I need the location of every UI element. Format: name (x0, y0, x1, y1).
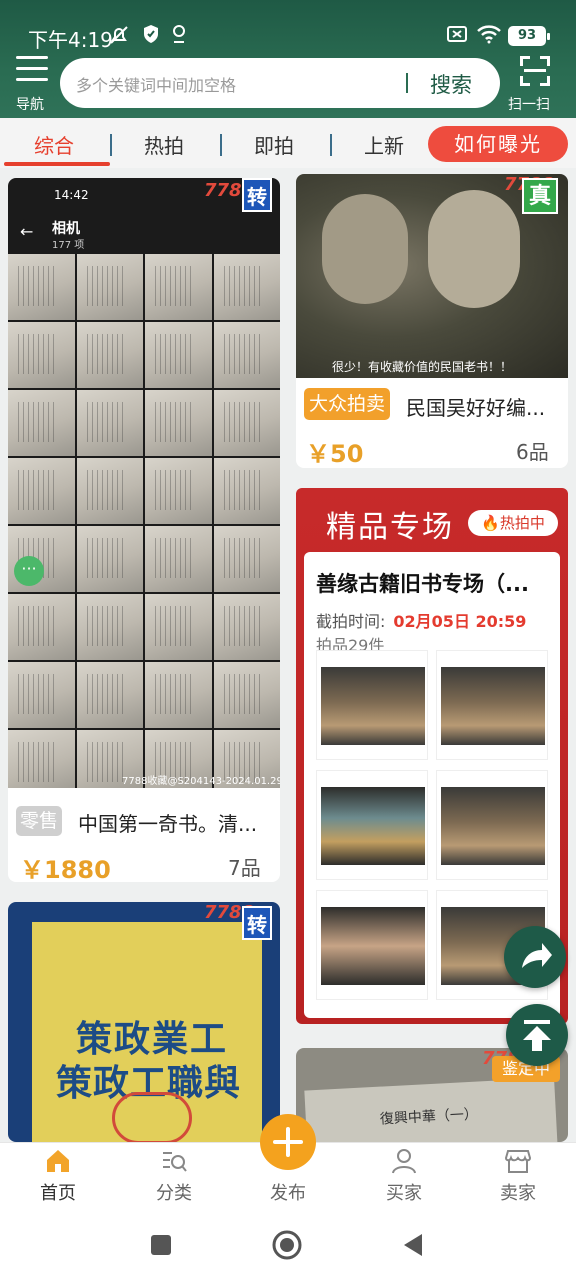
hot-label: 热拍中 (499, 514, 545, 532)
lot-thumbnail[interactable] (316, 770, 428, 880)
share-arrow-icon (522, 943, 552, 968)
nav-category[interactable]: 分类 (134, 1143, 214, 1211)
nav-buyer-label: 买家 (386, 1183, 422, 1204)
back-triangle-icon[interactable] (402, 1232, 424, 1258)
product-price: ￥1880 (20, 856, 111, 882)
portrait-woman (428, 190, 520, 308)
product-price: ￥50 (306, 440, 364, 468)
plus-icon (273, 1127, 303, 1157)
lot-thumbnail[interactable] (316, 890, 428, 1000)
hot-auction-badge: 🔥热拍中 (468, 510, 558, 536)
product-image: 很少！有收藏价值的民国老书！！ 7788 真 (296, 174, 568, 378)
user-icon (392, 1149, 416, 1174)
menu-icon (16, 56, 48, 82)
search-bar[interactable]: 多个关键词中间加空格 搜索 (60, 58, 500, 108)
share-button[interactable] (504, 926, 566, 988)
lot-thumbnail[interactable] (316, 650, 428, 760)
system-nav-bar (0, 1210, 576, 1280)
side-float-handle[interactable]: ··· (14, 556, 44, 586)
nav-home[interactable]: 首页 (18, 1143, 98, 1211)
product-image: 策政業工 策政工職與 7788 转 (8, 902, 280, 1142)
photo-status-time: 14:42 (54, 188, 89, 202)
home-circle-icon[interactable] (272, 1230, 302, 1260)
status-bar: 下午4:19 93 (0, 18, 576, 54)
lot-thumbnail[interactable] (436, 650, 548, 760)
back-arrow-icon: ← (20, 222, 34, 241)
tab-jipai[interactable]: 即拍 (254, 130, 294, 159)
transfer-tag: 转 (242, 906, 272, 940)
category-tabs: 综合 热拍 即拍 上新 如何曝光 (0, 118, 576, 168)
product-grade: 7品 (228, 856, 261, 880)
authentic-tag: 真 (522, 178, 558, 214)
image-caption: 很少！有收藏价值的民国老书！！ (332, 360, 513, 374)
scan-label: 扫一扫 (508, 97, 550, 113)
mute-bell-icon (108, 24, 130, 51)
flame-icon: 🔥 (481, 514, 500, 532)
portrait-man (322, 194, 408, 304)
location-icon (170, 24, 188, 49)
deadline-value: 02月05日 20:59 (393, 612, 527, 631)
nav-label: 导航 (16, 97, 44, 113)
product-title: 中国第一奇书。清... (78, 812, 258, 836)
book-cover: 復興中華（一） (304, 1077, 558, 1142)
how-to-expose-button[interactable]: 如何曝光 (428, 126, 568, 162)
album-title: 相机 (52, 221, 80, 237)
nav-buyer[interactable]: 买家 (364, 1143, 444, 1211)
search-button[interactable]: 搜索 (430, 69, 472, 99)
product-image: 14:42 ← 相机 177 项 7788收藏@S204143-2024.01.… (8, 178, 280, 788)
product-grade: 6品 (516, 440, 549, 464)
status-time: 下午4:19 (28, 28, 113, 52)
top-header: 下午4:19 93 导航 多个关键词中间加空格 搜索 扫一扫 (0, 0, 576, 118)
tab-separator (110, 134, 112, 156)
store-icon (504, 1150, 532, 1173)
transfer-tag: 转 (242, 178, 272, 212)
publish-button[interactable] (260, 1114, 316, 1170)
album-count: 177 项 (52, 240, 85, 251)
retail-badge: 零售 (16, 806, 62, 836)
product-title: 民国吴好好编... (406, 396, 546, 420)
scan-button[interactable]: 扫一扫 (506, 56, 566, 114)
tab-shangxin[interactable]: 上新 (364, 130, 404, 159)
session-title: 善缘古籍旧书专场（... (316, 572, 529, 596)
tab-separator (330, 134, 332, 156)
search-input[interactable]: 多个关键词中间加空格 (76, 72, 236, 96)
sim-off-icon (446, 24, 468, 49)
search-divider (406, 73, 408, 93)
auction-badge: 大众拍卖 (304, 388, 390, 420)
red-seal-stamp (112, 1092, 192, 1142)
nav-seller-label: 卖家 (500, 1183, 536, 1204)
arrow-up-icon (523, 1020, 551, 1051)
tab-repai[interactable]: 热拍 (144, 130, 184, 159)
photo-grid (8, 254, 280, 788)
nav-seller[interactable]: 卖家 (478, 1143, 558, 1211)
lot-thumbnail[interactable] (436, 770, 548, 880)
product-card[interactable]: 很少！有收藏价值的民国老书！！ 7788 真 大众拍卖 民国吴好好编... ￥5… (296, 174, 568, 468)
nav-home-label: 首页 (40, 1183, 76, 1204)
nav-publish-label: 发布 (270, 1183, 306, 1204)
battery-indicator: 93 (508, 26, 550, 46)
session-deadline: 截拍时间: 02月05日 20:59 (316, 608, 526, 632)
tab-zonghe[interactable]: 综合 (34, 130, 74, 159)
nav-category-label: 分类 (156, 1183, 192, 1204)
image-caption: 7788收藏@S204143-2024.01.29 (122, 776, 280, 787)
recent-apps-icon[interactable] (150, 1234, 172, 1256)
product-card[interactable]: 14:42 ← 相机 177 项 7788收藏@S204143-2024.01.… (8, 178, 280, 882)
boutique-heading: 精品专场 (326, 510, 454, 545)
book-cover: 策政業工 策政工職與 (32, 922, 262, 1142)
product-card[interactable]: 策政業工 策政工職與 7788 转 (8, 902, 280, 1142)
active-tab-indicator (4, 162, 110, 166)
tab-separator (220, 134, 222, 156)
home-icon (47, 1150, 69, 1172)
wifi-icon (476, 24, 502, 49)
back-to-top-button[interactable] (506, 1004, 568, 1066)
category-search-icon (163, 1152, 187, 1172)
shield-icon (142, 24, 160, 49)
nav-menu-button[interactable]: 导航 (14, 56, 54, 114)
book-label: 復興中華（一） (379, 1106, 479, 1128)
scan-icon (520, 56, 550, 86)
app-root: 下午4:19 93 导航 多个关键词中间加空格 搜索 扫一扫 综合 热拍 即拍 … (0, 0, 576, 1280)
deadline-label: 截拍时间: (316, 612, 386, 631)
